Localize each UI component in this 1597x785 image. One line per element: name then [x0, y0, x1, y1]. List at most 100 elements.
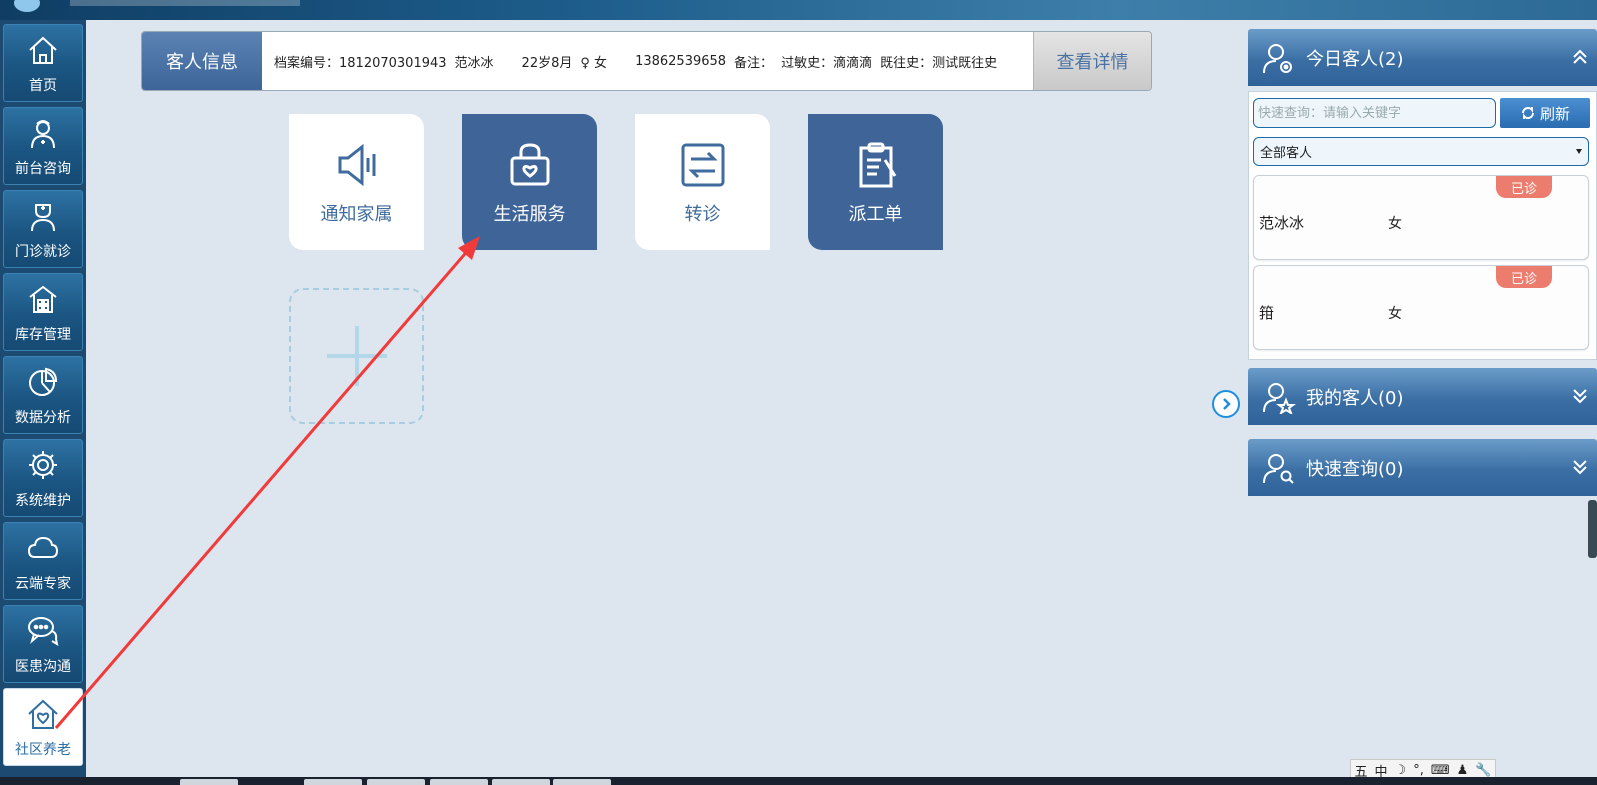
sidebar-item-inventory[interactable]: 库存管理 [3, 273, 83, 351]
cloud-icon [26, 531, 60, 565]
transfer-arrows-icon [676, 138, 730, 192]
sidebar-item-label: 前台咨询 [15, 161, 71, 177]
allergy-history: 过敏史：滴滴滴 [781, 55, 873, 71]
customer-age: 22岁8月 [521, 55, 573, 71]
sidebar-item-label: 社区养老 [15, 742, 71, 758]
clipboard-icon [849, 138, 903, 192]
user-pin-icon [1262, 41, 1296, 75]
ime-punctuation-icon[interactable]: °, [1413, 763, 1424, 778]
gear-icon [26, 448, 60, 482]
customer-info-label: 客人信息 [142, 32, 262, 90]
view-details-button[interactable]: 查看详情 [1033, 32, 1151, 90]
add-function-tile[interactable] [289, 288, 424, 424]
chevron-down-icon [1576, 149, 1582, 154]
sidebar-item-community-elderly-care[interactable]: 社区养老 [3, 688, 83, 766]
tile-label: 通知家属 [320, 204, 393, 225]
remark-label: 备注： [734, 55, 774, 71]
home-icon [26, 33, 60, 67]
main-sidebar: 首页 前台咨询 门诊就诊 库存管理 数据分析 系统维护 云端专家 医患沟通 社区… [0, 20, 86, 777]
sidebar-item-label: 系统维护 [15, 493, 71, 509]
status-badge: 已诊 [1496, 176, 1552, 198]
quick-query-header[interactable]: 快速查询(0) [1248, 439, 1597, 496]
female-icon: ♀ [580, 55, 590, 71]
ime-keyboard-icon[interactable]: ⌨ [1431, 763, 1450, 778]
sidebar-item-label: 库存管理 [15, 327, 71, 343]
side-scrollbar-thumb[interactable] [1588, 500, 1597, 558]
sidebar-item-home[interactable]: 首页 [3, 24, 83, 102]
sidebar-item-label: 医患沟通 [15, 659, 71, 675]
chat-icon [26, 614, 60, 648]
sidebar-item-front-desk[interactable]: 前台咨询 [3, 107, 83, 185]
panel-toggle-button[interactable] [1212, 390, 1240, 418]
app-title-bar [0, 0, 1597, 20]
sidebar-item-system[interactable]: 系统维护 [3, 439, 83, 517]
taskbar-button[interactable] [430, 779, 488, 785]
taskbar-button[interactable] [553, 779, 611, 785]
ime-moon-icon[interactable]: ☽ [1395, 763, 1407, 778]
chevron-right-icon [1223, 398, 1231, 410]
chevron-double-down-icon [1573, 460, 1587, 475]
shopping-bag-heart-icon [503, 138, 557, 192]
tile-referral[interactable]: 转诊 [635, 114, 770, 250]
past-history: 既往史：测试既往史 [880, 55, 998, 71]
customer-name: 范冰冰 [454, 55, 494, 71]
customer-info-bar: 客人信息 档案编号：1812070301943 范冰冰 22岁8月 ♀ 女 13… [141, 31, 1152, 91]
nurse-icon [26, 116, 60, 150]
customer-card[interactable]: 范冰冰 女 已诊 [1253, 175, 1589, 260]
tile-notify-family[interactable]: 通知家属 [289, 114, 424, 250]
customer-card-name: 箝 [1259, 304, 1275, 322]
refresh-label: 刷新 [1539, 104, 1570, 123]
pie-chart-icon [26, 365, 60, 399]
taskbar-button[interactable] [367, 779, 425, 785]
tile-label: 派工单 [848, 204, 903, 225]
user-search-icon [1262, 451, 1296, 485]
customer-phone: 13862539658 [635, 53, 727, 69]
sidebar-item-outpatient[interactable]: 门诊就诊 [3, 190, 83, 268]
my-customers-header[interactable]: 我的客人(0) [1248, 368, 1597, 425]
refresh-icon [1521, 107, 1534, 119]
sidebar-item-label: 门诊就诊 [15, 244, 71, 260]
os-taskbar [0, 777, 1597, 785]
tile-label: 转诊 [684, 204, 721, 225]
quick-query-title: 快速查询(0) [1306, 458, 1404, 480]
today-customers-panel: 刷新 全部客人 范冰冰 女 已诊 箝 女 已诊 [1248, 91, 1597, 360]
doctor-icon [26, 199, 60, 233]
tile-work-order[interactable]: 派工单 [808, 114, 943, 250]
sidebar-item-label: 云端专家 [15, 576, 71, 592]
customer-filter-select[interactable]: 全部客人 [1253, 137, 1589, 166]
sidebar-item-label: 首页 [29, 78, 57, 94]
sidebar-item-cloud-expert[interactable]: 云端专家 [3, 522, 83, 600]
plus-icon [326, 326, 387, 386]
record-number: 档案编号：1812070301943 [274, 55, 447, 71]
sidebar-item-communication[interactable]: 医患沟通 [3, 605, 83, 683]
taskbar-button[interactable] [492, 779, 550, 785]
customer-card[interactable]: 箝 女 已诊 [1253, 265, 1589, 350]
app-title-text-clipped [70, 0, 300, 6]
ime-user-icon[interactable]: ♟ [1457, 763, 1469, 778]
refresh-button[interactable]: 刷新 [1500, 98, 1590, 128]
today-customers-header[interactable]: 今日客人(2) [1248, 29, 1597, 86]
user-star-icon [1262, 380, 1296, 415]
customer-info-text: 档案编号：1812070301943 范冰冰 22岁8月 ♀ 女 1386253… [262, 52, 1033, 71]
taskbar-button[interactable] [180, 779, 238, 785]
chevron-double-down-icon [1573, 389, 1587, 404]
warehouse-icon [26, 282, 60, 316]
tile-life-service[interactable]: 生活服务 [462, 114, 597, 250]
ime-wrench-icon[interactable]: 🔧 [1475, 763, 1491, 778]
customer-card-name: 范冰冰 [1259, 214, 1305, 232]
customer-gender: 女 [594, 55, 608, 71]
customer-card-gender: 女 [1388, 216, 1402, 232]
taskbar-button[interactable] [304, 779, 362, 785]
speaker-icon [330, 138, 384, 192]
tile-label: 生活服务 [493, 204, 566, 225]
customer-filter-value: 全部客人 [1260, 146, 1313, 161]
status-badge: 已诊 [1496, 266, 1552, 288]
quick-search-input[interactable] [1253, 98, 1496, 128]
chevron-double-up-icon [1573, 49, 1587, 64]
today-customers-title: 今日客人(2) [1306, 48, 1404, 70]
app-logo-icon [14, 0, 40, 12]
sidebar-item-data-analysis[interactable]: 数据分析 [3, 356, 83, 434]
my-customers-title: 我的客人(0) [1306, 387, 1404, 409]
customer-card-gender: 女 [1388, 306, 1402, 322]
sidebar-item-label: 数据分析 [15, 410, 71, 426]
